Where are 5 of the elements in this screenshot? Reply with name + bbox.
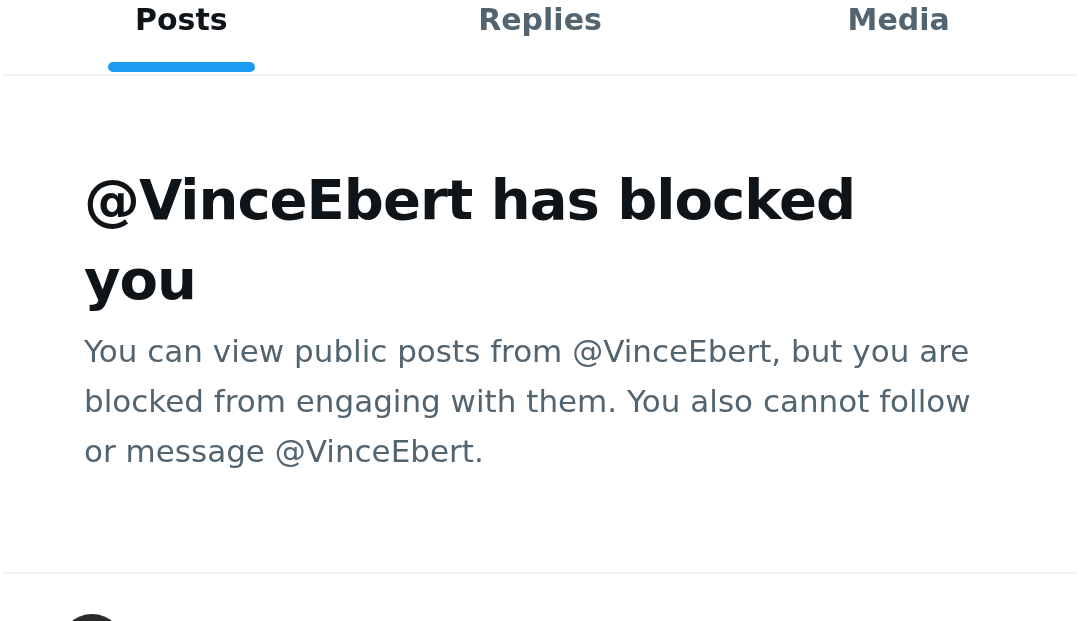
tab[interactable]: Media: [847, 2, 950, 38]
blocked-message: You can view public posts from @VinceEbert, but you are blocked from engaging with them. You also cannot follow or message @VinceEbert.: [84, 332, 972, 471]
tab[interactable]: Replies: [478, 2, 602, 38]
tab[interactable]: Posts: [135, 2, 228, 38]
blocked-title: @VinceEbert has blocked you: [84, 166, 857, 314]
